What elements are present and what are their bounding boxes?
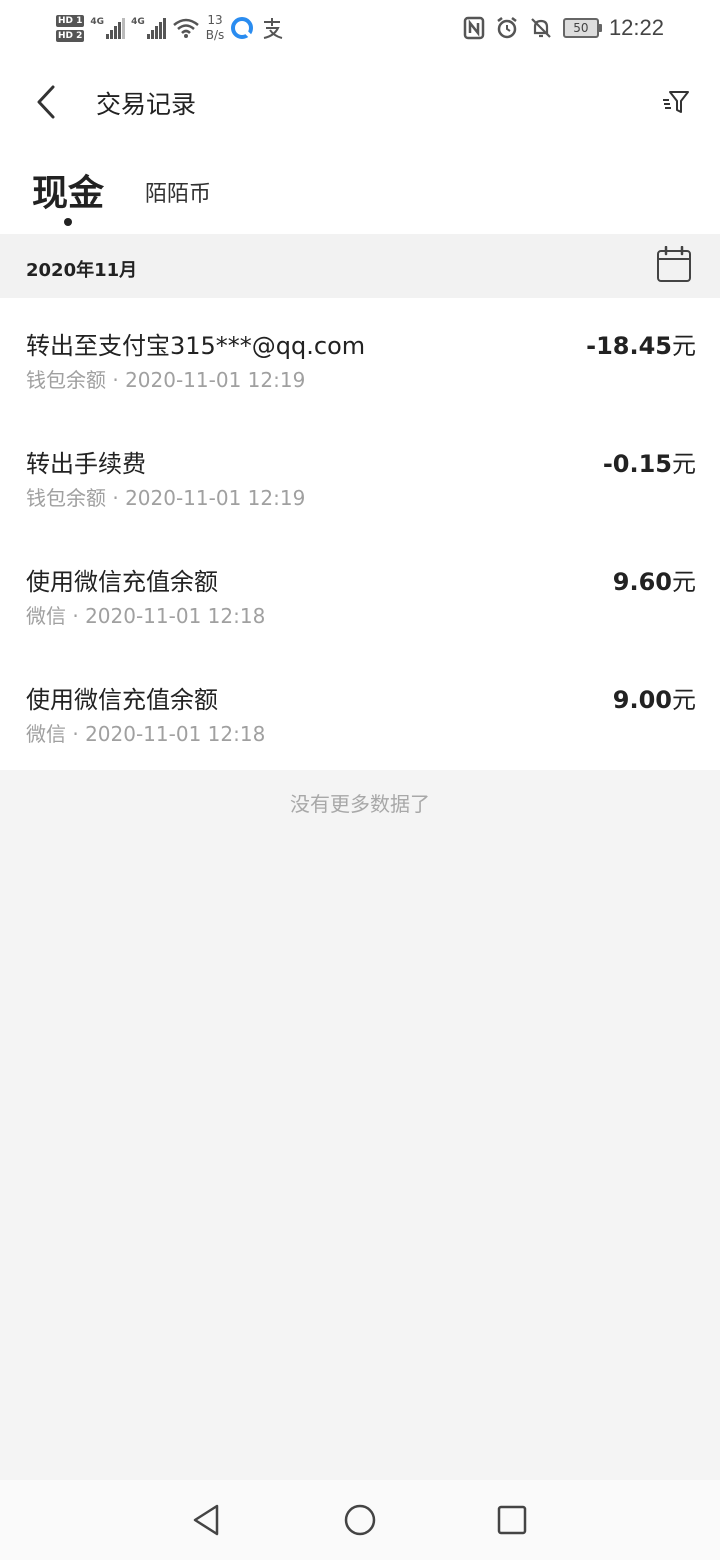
status-clock: 12:22 [608, 15, 664, 40]
hd-indicators: HD 1 HD 2 [56, 14, 85, 42]
back-button[interactable] [24, 80, 68, 124]
alipay-icon [264, 18, 283, 39]
bell-off-icon [531, 18, 551, 38]
transaction-title: 转出手续费 [26, 450, 146, 478]
network-speed: 13 B/s [205, 13, 225, 42]
page-title: 交易记录 [96, 90, 197, 119]
nav-home-button[interactable] [340, 1500, 380, 1540]
square-recents-icon [497, 1505, 527, 1535]
transaction-subtitle: 钱包余额 · 2020-11-01 12:19 [26, 486, 306, 510]
transaction-row[interactable]: 使用微信充值余额 微信 · 2020-11-01 12:18 9.60元 [0, 534, 720, 652]
alarm-icon [497, 17, 517, 39]
no-more-data-note: 没有更多数据了 [290, 792, 430, 816]
browser-app-icon [231, 17, 254, 39]
triangle-back-icon [193, 1504, 219, 1536]
system-nav-bar [0, 1480, 720, 1560]
battery-indicator: 50 [562, 18, 602, 38]
transaction-title: 使用微信充值余额 [26, 686, 218, 714]
transaction-list: 转出至支付宝315***@qq.com 钱包余额 · 2020-11-01 12… [0, 298, 720, 770]
status-left: HD 1 HD 2 4G 4G 13 B/s [56, 8, 284, 48]
signal-2-icon: 4G [131, 17, 166, 39]
nfc-icon [463, 16, 485, 40]
tab-momo-coin[interactable]: 陌陌币 [145, 176, 211, 208]
nav-recents-button[interactable] [492, 1500, 532, 1540]
calendar-icon [657, 245, 691, 282]
transaction-subtitle: 钱包余额 · 2020-11-01 12:19 [26, 368, 306, 392]
transaction-title: 转出至支付宝315***@qq.com [26, 332, 366, 360]
hd1-badge: HD 1 [56, 14, 85, 27]
status-bar: HD 1 HD 2 4G 4G 13 B/s 50 12:22 [0, 0, 720, 56]
filter-icon [663, 91, 689, 113]
active-tab-indicator [64, 218, 72, 226]
wifi-icon [172, 18, 199, 38]
transaction-amount: 9.60元 [612, 568, 696, 596]
transaction-subtitle: 微信 · 2020-11-01 12:18 [26, 722, 266, 746]
tab-cash[interactable]: 现金 [32, 164, 104, 216]
transaction-amount: -18.45元 [586, 332, 696, 360]
tab-bar: 现金 陌陌币 [0, 150, 720, 234]
transaction-amount: -0.15元 [602, 450, 696, 478]
status-right: 50 12:22 [463, 8, 664, 48]
filter-button[interactable] [656, 82, 696, 122]
chevron-left-icon [37, 85, 55, 119]
app-header: 交易记录 [0, 56, 720, 150]
nav-back-button[interactable] [186, 1500, 226, 1540]
circle-home-icon [344, 1504, 376, 1536]
transaction-row[interactable]: 转出手续费 钱包余额 · 2020-11-01 12:19 -0.15元 [0, 416, 720, 534]
month-header: 2020年11月 [0, 234, 720, 298]
transaction-row[interactable]: 使用微信充值余额 微信 · 2020-11-01 12:18 9.00元 [0, 652, 720, 770]
transaction-row[interactable]: 转出至支付宝315***@qq.com 钱包余额 · 2020-11-01 12… [0, 298, 720, 416]
calendar-button[interactable] [656, 245, 696, 286]
transaction-title: 使用微信充值余额 [26, 568, 218, 596]
transaction-amount: 9.00元 [612, 686, 696, 714]
signal-1-icon: 4G [90, 17, 126, 39]
transaction-subtitle: 微信 · 2020-11-01 12:18 [26, 604, 266, 628]
hd2-badge: HD 2 [56, 29, 85, 42]
month-label: 2020年11月 [26, 260, 138, 281]
